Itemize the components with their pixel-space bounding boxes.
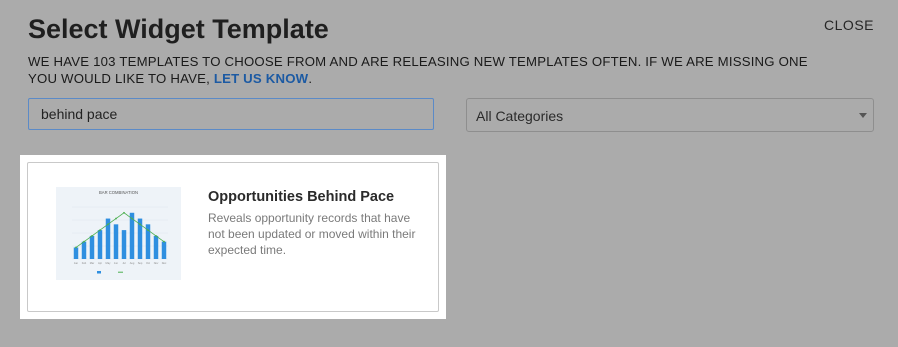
line-point [83, 240, 85, 243]
template-card[interactable]: BAR COMBINATION Jan Feb Mar Apr May Jun Jul Aug… [27, 162, 439, 312]
legend-bar-swatch [97, 271, 101, 274]
line-point [155, 234, 157, 237]
x-tick-label: Oct [146, 261, 150, 265]
x-tick-label: Jul [122, 261, 126, 265]
line-point [75, 246, 77, 249]
chart-bar [113, 224, 119, 259]
chart-bar [89, 235, 95, 259]
x-tick-label: Feb [82, 261, 87, 265]
intro-text: WE HAVE 103 TEMPLATES TO CHOOSE FROM AND… [28, 53, 808, 87]
line-point [163, 240, 165, 243]
chart-title: BAR COMBINATION [99, 190, 138, 195]
x-tick-label: Aug [130, 261, 135, 265]
chart-bar [81, 241, 87, 259]
chevron-down-icon [859, 113, 867, 118]
x-tick-label: Dec [162, 261, 167, 265]
legend-line-swatch [118, 271, 123, 273]
x-tick-label: Mar [90, 261, 95, 265]
modal-title: Select Widget Template [28, 14, 329, 44]
chart-bar [121, 230, 127, 259]
line-point [115, 217, 117, 220]
line-point [123, 211, 125, 214]
category-select-value: All Categories [476, 108, 564, 124]
bar-combination-chart: BAR COMBINATION Jan Feb Mar Apr May Jun Jul Aug… [72, 190, 168, 274]
x-tick-label: Jan [74, 261, 79, 265]
line-point [147, 229, 149, 232]
line-point [107, 223, 109, 226]
select-widget-template-modal: Select Widget Template CLOSE WE HAVE 103… [0, 0, 898, 347]
x-tick-label: Apr [98, 261, 102, 265]
let-us-know-link[interactable]: LET US KNOW [214, 71, 309, 86]
chart-bar [73, 247, 79, 259]
line-point [139, 223, 141, 226]
template-search-input[interactable] [28, 98, 434, 130]
chart-bar [153, 235, 159, 259]
x-tick-label: Sep [138, 261, 143, 265]
template-description: Reveals opportunity records that have no… [208, 211, 416, 257]
category-select[interactable]: All Categories [466, 98, 874, 132]
line-point [91, 234, 93, 237]
close-button[interactable]: CLOSE [824, 17, 874, 33]
chart-bar [97, 230, 103, 259]
template-thumbnail: BAR COMBINATION Jan Feb Mar Apr May Jun Jul Aug… [56, 187, 181, 280]
line-point [131, 217, 133, 220]
x-tick-label: Nov [154, 261, 159, 265]
x-tick-label: May [106, 261, 112, 265]
x-tick-label: Jun [114, 261, 119, 265]
line-series [75, 212, 165, 248]
chart-bar [161, 241, 167, 259]
intro-end: . [308, 71, 313, 86]
template-title: Opportunities Behind Pace [208, 189, 395, 205]
line-point [99, 229, 101, 232]
intro-message: WE HAVE 103 TEMPLATES TO CHOOSE FROM AND… [28, 54, 808, 86]
